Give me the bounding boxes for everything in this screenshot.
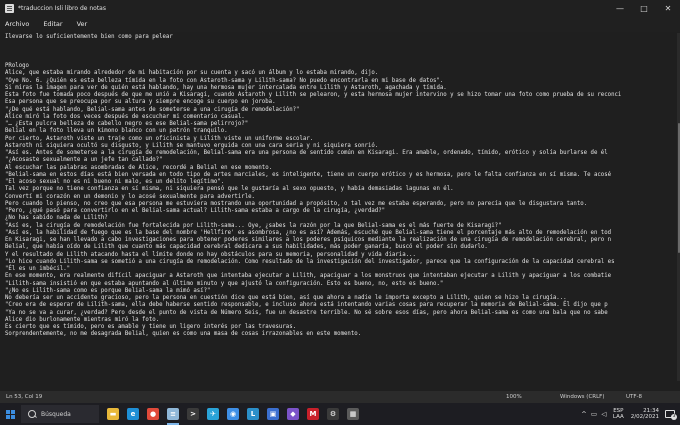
- status-bar: Ln 53, Col 19 100% Windows (CRLF) UTF-8: [0, 391, 680, 403]
- text-line[interactable]: [5, 41, 621, 48]
- windows-terminal-icon: >: [187, 408, 199, 420]
- text-line[interactable]: Tal vez porque no tiene confianza en sí …: [5, 186, 621, 193]
- minimize-button[interactable]: —: [608, 0, 632, 16]
- windows-logo-icon: [5, 409, 15, 419]
- text-line[interactable]: [5, 49, 621, 56]
- maximize-button[interactable]: □: [632, 0, 656, 16]
- text-line[interactable]: Es cierto que es tímido, pero es amable …: [5, 324, 621, 331]
- taskbar-app-purple-app[interactable]: ◆: [283, 403, 303, 425]
- text-line[interactable]: Si miras la imagen para ver de quién est…: [5, 85, 621, 92]
- system-tray: ^ ▭ ◁ ESP LAA 21:34 2/02/2021 3: [579, 403, 680, 425]
- text-line[interactable]: Alice miró la foto dos veces después de …: [5, 114, 621, 121]
- text-line[interactable]: "Belial-sama en estos días está bien ver…: [5, 172, 621, 179]
- text-line[interactable]: "Así es. Antes de someterse a la cirugía…: [5, 150, 621, 157]
- text-line[interactable]: Astaroth ni siquiera ocultó su disgusto,…: [5, 143, 621, 150]
- text-line[interactable]: "Pero, ¿qué pasó para convertirlo en el …: [5, 208, 621, 215]
- text-line[interactable]: "Lo hice cuando Lilith-sama se sometió a…: [5, 259, 621, 266]
- purple-app-icon: ◆: [287, 408, 299, 420]
- taskbar-app-mcafee[interactable]: M: [303, 403, 323, 425]
- text-line[interactable]: Sorprendentemente, no me desagrada Belia…: [5, 331, 621, 338]
- notification-badge: 3: [671, 414, 677, 420]
- taskbar-app-telegram[interactable]: ✈: [203, 403, 223, 425]
- window-controls: — □ ✕: [608, 0, 680, 16]
- text-line[interactable]: "Ya no se va a curar, ¿verdad? Pero desd…: [5, 310, 621, 317]
- network-icon[interactable]: ▭: [589, 410, 599, 418]
- language-sub: LAA: [612, 414, 624, 420]
- menu-editar[interactable]: Editar: [36, 20, 69, 28]
- clock[interactable]: 21:34 2/02/2021: [631, 408, 659, 421]
- text-line[interactable]: Por cierto, Astaroth viste un traje como…: [5, 136, 621, 143]
- blocks-app-icon: ▦: [347, 408, 359, 420]
- library-app-icon: L: [247, 408, 259, 420]
- text-line[interactable]: "Así es, la cirugía de remodelación fue …: [5, 223, 621, 230]
- taskbar-app-settings[interactable]: ⚙: [323, 403, 343, 425]
- taskbar-app-blue-app[interactable]: ▣: [263, 403, 283, 425]
- editor-lines[interactable]: Ilevarse lo suficientemente bien como pa…: [5, 34, 621, 339]
- text-line[interactable]: "¿No es Lilith-sama como es porque Belia…: [5, 288, 621, 295]
- text-line[interactable]: Esa persona que se preocupa por su altur…: [5, 99, 621, 106]
- text-line[interactable]: "¿Acosaste sexualmente a un jefe tan cal…: [5, 157, 621, 164]
- file-explorer-icon: ▬: [107, 408, 119, 420]
- text-line[interactable]: ¿No has sabido nada de Lilith?: [5, 215, 621, 222]
- text-line[interactable]: Belial, que había oído de Lilith que cua…: [5, 244, 621, 251]
- text-line[interactable]: Pero cuando lo pienso, no creo que esa p…: [5, 201, 621, 208]
- taskbar-app-chrome[interactable]: ●: [143, 403, 163, 425]
- text-line[interactable]: "Así es, la habilidad de fuego que es la…: [5, 230, 621, 237]
- taskbar-app-messenger[interactable]: ◉: [223, 403, 243, 425]
- text-line[interactable]: Alice dio burlonamente mientras miró la …: [5, 317, 621, 324]
- menu-bar: Archivo Editar Ver: [0, 16, 680, 32]
- line-ending: Windows (CRLF): [560, 394, 605, 400]
- messenger-icon: ◉: [227, 408, 239, 420]
- taskbar-app-blocks-app[interactable]: ▦: [343, 403, 363, 425]
- volume-icon[interactable]: ◁: [599, 410, 609, 418]
- text-line[interactable]: Alice, que estaba mirando alrededor de m…: [5, 70, 621, 77]
- telegram-icon: ✈: [207, 408, 219, 420]
- text-line[interactable]: "Lilith-sama insistió en que estaba apun…: [5, 281, 621, 288]
- search-placeholder: Búsqueda: [41, 410, 71, 418]
- search-icon: [28, 410, 36, 418]
- taskbar-apps: ▬ e ● ≡ > ✈ ◉ L ▣ ◆ M ⚙ ▦: [103, 403, 363, 425]
- text-line[interactable]: Belial en la foto lleva un kimono blanco…: [5, 128, 621, 135]
- chrome-icon: ●: [147, 408, 159, 420]
- taskbar-search[interactable]: Búsqueda: [21, 405, 99, 423]
- text-line[interactable]: En ese momento, era realmente difícil ap…: [5, 273, 621, 280]
- text-line[interactable]: [5, 56, 621, 63]
- text-line[interactable]: Esta foto fue tomada poco después de que…: [5, 92, 621, 99]
- clock-date: 2/02/2021: [630, 414, 659, 420]
- edge-icon: e: [127, 408, 139, 420]
- zoom-level: 100%: [506, 394, 522, 400]
- taskbar-app-library-app[interactable]: L: [243, 403, 263, 425]
- text-line[interactable]: Convertí mi corazón en un demonio y lo a…: [5, 194, 621, 201]
- title-bar: *traduccion Isli libro de notas — □ ✕: [0, 0, 680, 16]
- encoding: UTF-8: [626, 394, 643, 400]
- taskbar: Búsqueda ▬ e ● ≡ > ✈ ◉ L ▣ ◆ M ⚙ ▦ ^ ▭ ◁ ESP LAA 21:…: [0, 403, 680, 425]
- taskbar-app-notepad[interactable]: ≡: [163, 403, 183, 425]
- text-line[interactable]: Y el resultado de Lilith atacando hasta …: [5, 252, 621, 259]
- notification-center-button[interactable]: 3: [665, 409, 677, 420]
- text-line[interactable]: "Oye No. 6. ¿Quién es esta belleza tímid…: [5, 78, 621, 85]
- text-line[interactable]: Al escuchar las palabras asombradas de A…: [5, 165, 621, 172]
- blue-app-icon: ▣: [267, 408, 279, 420]
- text-line[interactable]: Ilevarse lo suficientemente bien como pa…: [5, 34, 621, 41]
- language-indicator[interactable]: ESP LAA: [613, 408, 624, 420]
- taskbar-app-edge[interactable]: e: [123, 403, 143, 425]
- mcafee-icon: M: [307, 408, 319, 420]
- window-title: *traduccion Isli libro de notas: [18, 4, 106, 12]
- notepad-icon: [5, 3, 14, 13]
- text-line[interactable]: "Creo era de esperar de Lilith-sama, ell…: [5, 302, 621, 309]
- taskbar-app-windows-terminal[interactable]: >: [183, 403, 203, 425]
- cursor-position: Ln 53, Col 19: [6, 394, 43, 400]
- text-line[interactable]: "¿De qué está hablando, Belial-sama ante…: [5, 107, 621, 114]
- menu-archivo[interactable]: Archivo: [0, 20, 36, 28]
- settings-icon: ⚙: [327, 408, 339, 420]
- text-editor[interactable]: Ilevarse lo suficientemente bien como pa…: [0, 33, 677, 381]
- start-button[interactable]: [0, 403, 20, 425]
- notepad-icon: ≡: [167, 408, 179, 420]
- menu-ver[interactable]: Ver: [70, 20, 95, 28]
- close-button[interactable]: ✕: [656, 0, 680, 16]
- chevron-up-icon[interactable]: ^: [579, 410, 589, 418]
- taskbar-app-file-explorer[interactable]: ▬: [103, 403, 123, 425]
